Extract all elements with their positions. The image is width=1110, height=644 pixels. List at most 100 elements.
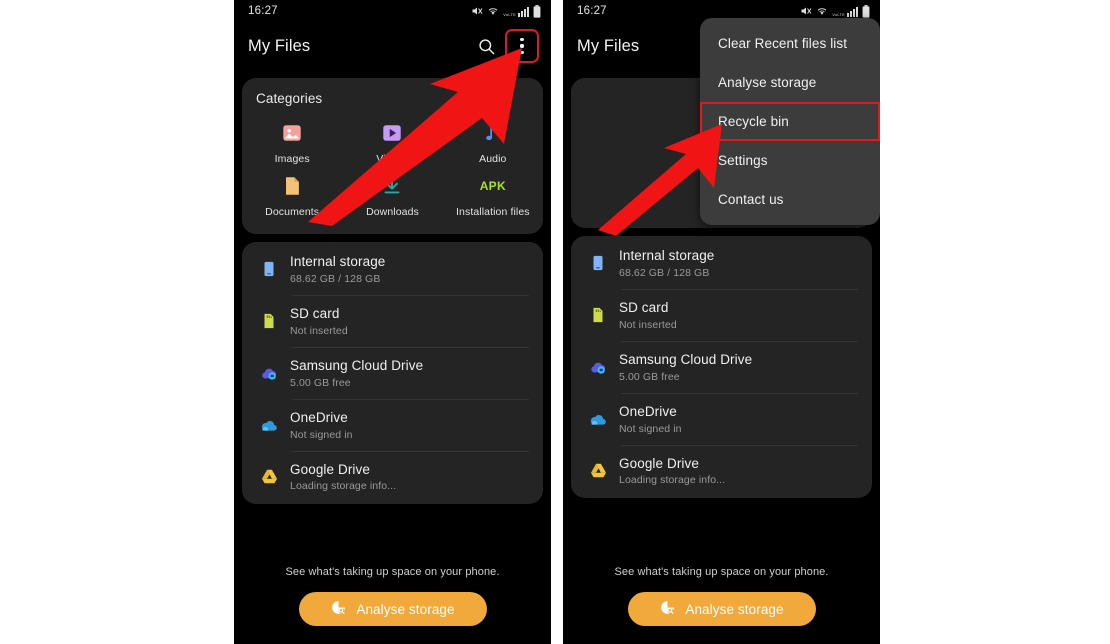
- storage-item-text: SD card Not inserted: [290, 306, 348, 337]
- storage-item-google-drive[interactable]: Google Drive Loading storage info...: [571, 446, 872, 497]
- sdcard-icon: [254, 312, 284, 330]
- sdcard-icon: [583, 306, 613, 324]
- storage-item-name: Samsung Cloud Drive: [290, 357, 424, 373]
- analyse-storage-label: Analyse storage: [356, 601, 455, 617]
- analyse-storage-icon: [330, 599, 347, 619]
- battery-icon: [533, 4, 541, 18]
- app-bar-left: My Files: [234, 22, 551, 70]
- search-icon[interactable]: [471, 31, 501, 61]
- storage-item-text: Google Drive Loading storage info...: [619, 456, 725, 487]
- storage-item-name: Internal storage: [619, 248, 715, 263]
- storage-item-sd-card[interactable]: SD card Not inserted: [242, 296, 543, 347]
- menu-item-label: Recycle bin: [718, 114, 789, 129]
- storage-list: Internal storage 68.62 GB / 128 GB SD ca…: [242, 242, 543, 504]
- menu-item-label: Clear Recent files list: [718, 36, 848, 51]
- storage-item-text: Samsung Cloud Drive 5.00 GB free: [290, 358, 423, 389]
- footer-note: See what's taking up space on your phone…: [285, 566, 500, 578]
- storage-item-sub: Not inserted: [619, 318, 677, 331]
- storage-item-internal-storage[interactable]: Internal storage 68.62 GB / 128 GB: [242, 244, 543, 295]
- menu-item-clear-recent-files-list[interactable]: Clear Recent files list: [700, 24, 880, 63]
- document-icon: [281, 173, 303, 199]
- wifi-icon: [817, 8, 827, 15]
- footer-right: See what's taking up space on your phone…: [563, 548, 880, 644]
- menu-item-recycle-bin[interactable]: Recycle bin: [700, 102, 880, 141]
- volte-label: VoLTE: [832, 12, 845, 17]
- status-time: 16:27: [577, 5, 607, 17]
- category-images[interactable]: Images: [242, 114, 342, 167]
- storage-item-samsung-cloud-drive[interactable]: Samsung Cloud Drive 5.00 GB free: [571, 342, 872, 393]
- storage-item-name: Samsung Cloud Drive: [619, 351, 753, 367]
- categories-title: Categories: [256, 91, 323, 106]
- category-audio[interactable]: Audio: [443, 114, 543, 167]
- overflow-menu: Clear Recent files list Analyse storage …: [700, 18, 880, 225]
- storage-list: Internal storage 68.62 GB / 128 GB SD ca…: [571, 236, 872, 498]
- storage-card: Internal storage 68.62 GB / 128 GB SD ca…: [242, 242, 543, 505]
- apk-icon: APK: [480, 173, 506, 199]
- apk-label: APK: [479, 179, 506, 193]
- storage-item-name: OneDrive: [619, 403, 677, 419]
- storage-item-onedrive[interactable]: OneDrive Not signed in: [242, 400, 543, 451]
- onedrive-icon: [583, 409, 613, 429]
- categories-card: Categories Images Videos Audio Documents…: [242, 78, 543, 234]
- storage-item-onedrive[interactable]: OneDrive Not signed in: [571, 394, 872, 445]
- storage-item-name: Internal storage: [290, 254, 386, 269]
- category-label: Images: [274, 153, 310, 165]
- phone-icon: [254, 260, 284, 278]
- category-label: Installation files: [456, 206, 530, 218]
- battery-icon: [862, 4, 870, 18]
- status-icons: VoLTE: [800, 4, 870, 18]
- menu-item-contact-us[interactable]: Contact us: [700, 180, 880, 219]
- onedrive-icon: [254, 415, 284, 435]
- volte-label: VoLTE: [503, 12, 516, 17]
- category-label: Audio: [479, 153, 507, 165]
- samsung-cloud-icon: [254, 364, 284, 383]
- more-vertical-icon[interactable]: [507, 31, 537, 61]
- footer-left: See what's taking up space on your phone…: [234, 548, 551, 644]
- volte-signal-icon: VoLTE: [832, 5, 858, 17]
- analyse-storage-label: Analyse storage: [685, 601, 784, 617]
- menu-item-settings[interactable]: Settings: [700, 141, 880, 180]
- storage-item-name: SD card: [619, 299, 669, 315]
- analyse-storage-icon: [659, 599, 676, 619]
- storage-item-google-drive[interactable]: Google Drive Loading storage info...: [242, 452, 543, 503]
- storage-item-samsung-cloud-drive[interactable]: Samsung Cloud Drive 5.00 GB free: [242, 348, 543, 399]
- storage-item-sub: 68.62 GB / 128 GB: [290, 272, 381, 285]
- mute-icon: [801, 7, 812, 15]
- category-downloads[interactable]: Downloads: [342, 167, 442, 220]
- menu-item-label: Settings: [718, 153, 768, 168]
- storage-item-internal-storage[interactable]: Internal storage 68.62 GB / 128 GB: [571, 238, 872, 289]
- storage-item-sub: Not signed in: [290, 428, 353, 441]
- storage-card: Internal storage 68.62 GB / 128 GB SD ca…: [571, 236, 872, 499]
- category-label: Downloads: [366, 206, 419, 218]
- wifi-icon: [488, 8, 498, 15]
- analyse-storage-button[interactable]: Analyse storage: [627, 592, 816, 626]
- footer-note: See what's taking up space on your phone…: [614, 566, 829, 578]
- category-installation-files[interactable]: APK Installation files: [443, 167, 543, 220]
- category-label: Documents: [265, 206, 320, 218]
- menu-item-label: Contact us: [718, 192, 784, 207]
- google-drive-icon: [583, 461, 613, 480]
- storage-item-sub: Not inserted: [290, 324, 348, 337]
- storage-item-text: Samsung Cloud Drive 5.00 GB free: [619, 352, 752, 383]
- phone-icon: [583, 254, 613, 272]
- app-bar-actions: [471, 31, 537, 61]
- storage-item-text: Internal storage 68.62 GB / 128 GB: [290, 254, 385, 285]
- storage-item-text: SD card Not inserted: [619, 300, 677, 331]
- audio-note-icon: [482, 120, 504, 146]
- storage-item-sub: Loading storage info...: [619, 474, 726, 487]
- storage-item-name: OneDrive: [290, 409, 348, 425]
- phone-screen-right: 16:27 VoLTE My Files Internal storage 68…: [563, 0, 880, 644]
- analyse-storage-button[interactable]: Analyse storage: [298, 592, 487, 626]
- categories-grid: Images Videos Audio Documents Downloads …: [242, 112, 543, 234]
- samsung-cloud-icon: [583, 358, 613, 377]
- storage-item-sd-card[interactable]: SD card Not inserted: [571, 290, 872, 341]
- status-icons: VoLTE: [471, 4, 541, 18]
- google-drive-icon: [254, 467, 284, 486]
- category-videos[interactable]: Videos: [342, 114, 442, 167]
- storage-item-sub: Loading storage info...: [290, 480, 397, 493]
- image-icon: [281, 120, 303, 146]
- menu-item-analyse-storage[interactable]: Analyse storage: [700, 63, 880, 102]
- category-documents[interactable]: Documents: [242, 167, 342, 220]
- storage-item-name: SD card: [290, 305, 340, 321]
- storage-item-sub: 68.62 GB / 128 GB: [619, 266, 710, 279]
